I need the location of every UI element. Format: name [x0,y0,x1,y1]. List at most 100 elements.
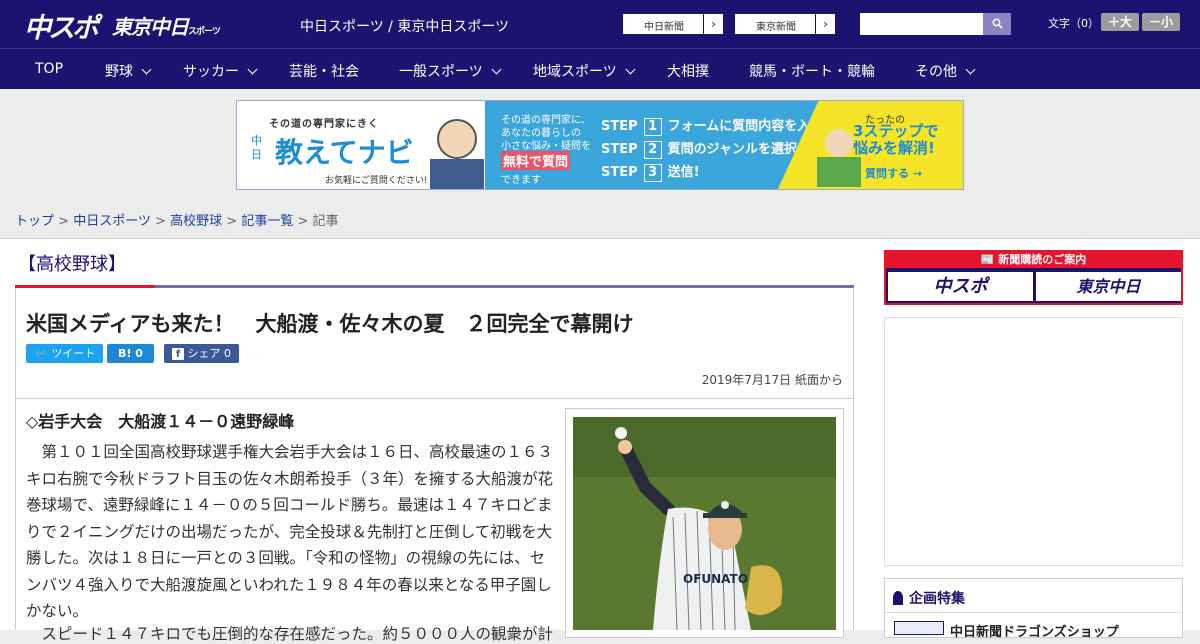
share-label: シェア 0 [187,347,232,360]
breadcrumb-sep: > [297,214,309,229]
banner-note: お気軽にご質問ください! [325,176,428,186]
tokyo-logo-text: 東京中日 [112,15,189,39]
article-headline: 米国メディアも来た！ 大船渡・佐々木の夏 ２回完全で幕開け [26,312,634,336]
tokyo-chunichi-logo[interactable]: 東京中日スポーツ [112,11,221,40]
step-text: 送信! [667,165,700,180]
banner-right-line: 3ステップで [853,122,939,140]
banner-step-1: STEP 1 フォームに質問内容を入力 [601,115,823,136]
jersey-text: OFUNATO [683,572,748,586]
facebook-icon: f [172,348,184,360]
chunichi-shimbun-link[interactable]: 中日新聞 › [622,13,724,35]
link-label: 東京新聞 [756,22,796,33]
search-input[interactable] [860,13,983,35]
tokyo-logo-small: スポーツ [188,27,221,37]
step-word: STEP [601,119,638,134]
tweet-button[interactable]: 🐦 ツイート [26,344,104,363]
pitcher-illustration: OFUNATO [573,417,836,630]
article-photo[interactable]: OFUNATO [573,417,836,630]
nav-baseball[interactable]: 野球 [105,61,152,81]
step-number: 1 [643,118,662,136]
feature-divider [885,612,1182,613]
subscription-ad-title-text: 新聞購読のご案内 [998,253,1087,266]
step-word: STEP [601,165,638,180]
article-paragraph: 第１０１回全国高校野球選手権大会岩手大会は１６日、高校最速の１６３キロ右腕で今秋… [26,443,554,620]
category-label: 【高校野球】 [18,254,126,275]
ribbon-icon [893,591,903,605]
banner-left: その道の専門家にきく 中日 教えてナビ お気軽にご質問ください! [237,101,485,189]
banner-step-3: STEP 3 送信! [601,161,700,182]
user-illustration [825,129,853,157]
hatena-label: B! 0 [118,347,143,360]
font-bigger-button[interactable]: ＋大 [1101,13,1139,31]
site-title: 中日スポーツ / 東京中日スポーツ [300,19,510,35]
feature-title: 企画特集 [893,588,965,608]
breadcrumb-highschool[interactable]: 高校野球 [170,214,222,229]
tokyo-shimbun-link[interactable]: 東京新聞 › [734,13,836,35]
nav-racing[interactable]: 競馬・ボート・競輪 [749,61,875,81]
chevron-right-icon: › [815,14,835,34]
sidebar-tokyo-chunichi-logo[interactable]: 東京中日 [1036,272,1181,301]
nav-label: 一般スポーツ [399,64,483,80]
breadcrumb-current: 記事 [312,214,339,229]
article-paragraph: スピード１４７キロでも圧倒的な存在感だった。約５０００人の観衆が計 [41,625,554,643]
search-button[interactable] [983,13,1011,35]
nav-other[interactable]: その他 [915,61,976,81]
step-text: フォームに質問内容を入力 [667,119,824,134]
expert-illustration [437,119,477,159]
nav-label: サッカー [183,64,239,80]
nav-soccer[interactable]: サッカー [183,61,258,81]
article-date: 2019年7月17日 紙面から [701,373,843,387]
link-label: 中日新聞 [644,22,684,33]
nav-local-sports[interactable]: 地域スポーツ [533,61,636,81]
facebook-share-button[interactable]: f シェア 0 [164,344,239,363]
newspaper-icon: 📰 [980,253,995,266]
breadcrumb-article-list[interactable]: 記事一覧 [241,214,293,229]
breadcrumb-sep: > [58,214,70,229]
feature-thumbnail[interactable] [894,621,944,635]
chevron-right-icon: › [703,14,723,34]
subscription-ad-title: 📰 新聞購読のご案内 [884,251,1183,267]
expert-body-illustration [430,159,484,189]
step-number: 3 [643,164,662,182]
hatena-bookmark-button[interactable]: B! 0 [107,344,154,363]
banner-title: 教えてナビ [275,136,414,169]
nav-sumo[interactable]: 大相撲 [667,61,709,81]
chevron-down-icon [247,64,258,75]
banner-middle: その道の専門家に、 あなたの暮らしの 小さな悩み・疑問を 無料で質問 できます … [485,101,823,189]
nav-top[interactable]: TOP [35,61,63,77]
nav-label: 芸能・社会 [289,64,359,80]
font-smaller-button[interactable]: －小 [1142,13,1180,31]
sidebar-chuspo-logo[interactable]: 中スポ [888,272,1033,301]
nav-label: 地域スポーツ [533,64,617,80]
nav-general-sports[interactable]: 一般スポーツ [399,61,502,81]
banner-right-headline: 3ステップで 悩みを解消! [853,123,938,157]
tweet-label: ツイート [51,347,96,360]
banner-right-line: 悩みを解消! [853,139,935,157]
breadcrumb-sep: > [226,214,238,229]
nav-label: 野球 [105,64,133,80]
chevron-down-icon [141,64,152,75]
breadcrumb-chuspo[interactable]: 中日スポーツ [73,214,151,229]
feature-item-dragons-shop[interactable]: 中日新聞ドラゴンズショップ [950,621,1119,640]
chevron-down-icon [491,64,502,75]
chuspo-logo[interactable]: 中スポ [24,6,99,45]
banner-step-2: STEP 2 質問のジャンルを選択 [601,138,797,159]
chevron-down-icon [965,64,976,75]
banner-tagline: その道の専門家にきく [269,119,379,130]
nav-label: 大相撲 [667,64,709,80]
banner-ask-button: 質問する → [865,167,923,180]
chevron-down-icon [625,64,636,75]
feature-title-text: 企画特集 [909,591,965,607]
search-icon [992,18,1003,29]
nav-label: 競馬・ボート・競輪 [749,64,875,80]
breadcrumb-top[interactable]: トップ [15,214,54,229]
breadcrumb: トップ > 中日スポーツ > 高校野球 > 記事一覧 > 記事 [15,210,339,229]
nav-entertainment[interactable]: 芸能・社会 [289,61,359,81]
step-number: 2 [643,141,662,159]
ad-banner[interactable]: その道の専門家にきく 中日 教えてナビ お気軽にご質問ください! その道の専門家… [236,100,964,190]
step-text: 質問のジャンルを選択 [667,142,797,157]
banner-free: 無料で質問 [501,151,571,170]
twitter-icon: 🐦 [34,347,48,360]
nav-label: TOP [35,61,64,77]
nav-label: その他 [915,64,957,80]
